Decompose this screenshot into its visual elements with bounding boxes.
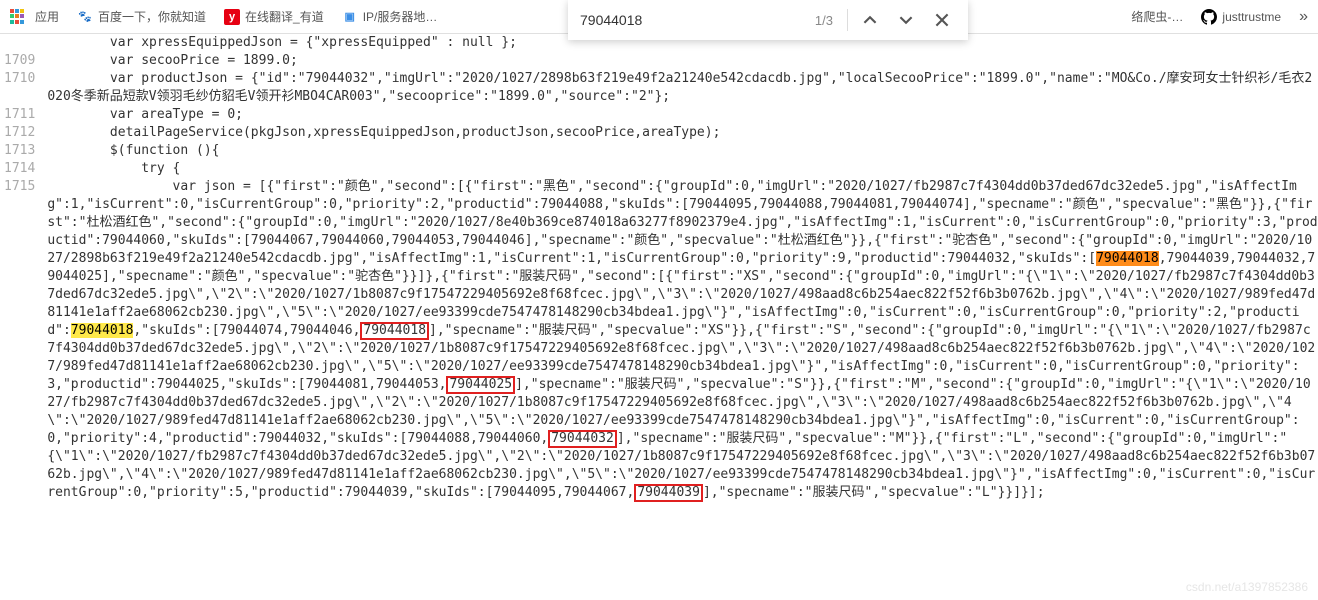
bookmark-label: 百度一下，你就知道 [98, 8, 206, 25]
find-close-button[interactable] [928, 6, 956, 34]
watermark: csdn.net/a1397852386 [1186, 580, 1308, 594]
code-area: 17091710 17111712171317141715 var xpress… [0, 34, 1318, 502]
bookmark-baidu[interactable]: 🐾 百度一下，你就知道 [77, 8, 206, 25]
apps-label: 应用 [35, 8, 59, 25]
bookmark-crawler[interactable]: 络爬虫-… [1131, 8, 1183, 25]
box-icon: ▣ [342, 9, 358, 25]
code-line: var json = [{"first":"颜色","second":[{"fi… [47, 178, 1318, 502]
find-input[interactable] [580, 12, 807, 28]
separator [847, 9, 848, 31]
y-icon: y [224, 9, 240, 25]
more-bookmarks-button[interactable]: » [1299, 8, 1308, 26]
annotation-box: 79044018 [360, 322, 429, 340]
bookmark-label: justtrustme [1222, 10, 1281, 24]
bookmark-ip[interactable]: ▣ IP/服务器地… [342, 8, 438, 25]
search-match: 79044018 [71, 323, 134, 338]
code-line: detailPageService(pkgJson,xpressEquipped… [47, 124, 1318, 142]
find-bar: 1/3 [568, 0, 968, 40]
annotation-box: 79044032 [548, 430, 617, 448]
apps-button[interactable]: 应用 [10, 8, 59, 25]
paw-icon: 🐾 [77, 9, 93, 25]
code-line: var secooPrice = 1899.0; [47, 52, 1318, 70]
code-line: var productJson = {"id":"79044032","imgU… [47, 70, 1318, 106]
code-line: try { [47, 160, 1318, 178]
bookmark-youdao[interactable]: y 在线翻译_有道 [224, 8, 324, 25]
find-prev-button[interactable] [856, 6, 884, 34]
chevron-down-icon [899, 13, 913, 27]
close-icon [935, 13, 949, 27]
find-count: 1/3 [815, 13, 833, 28]
apps-icon [10, 9, 26, 25]
bookmark-label: 在线翻译_有道 [245, 8, 324, 25]
github-icon [1201, 9, 1217, 25]
code-line: var areaType = 0; [47, 106, 1318, 124]
find-next-button[interactable] [892, 6, 920, 34]
search-match-current: 79044018 [1096, 251, 1159, 266]
bookmark-label: 络爬虫-… [1131, 8, 1183, 25]
annotation-box: 79044025 [446, 376, 515, 394]
code-line: $(function (){ [47, 142, 1318, 160]
annotation-box: 79044039 [634, 484, 703, 502]
bookmark-github[interactable]: justtrustme [1201, 9, 1281, 25]
code-content[interactable]: var xpressEquippedJson = {"xpressEquippe… [43, 34, 1318, 502]
line-numbers: 17091710 17111712171317141715 [0, 34, 43, 502]
bookmark-label: IP/服务器地… [363, 8, 438, 25]
chevron-up-icon [863, 13, 877, 27]
